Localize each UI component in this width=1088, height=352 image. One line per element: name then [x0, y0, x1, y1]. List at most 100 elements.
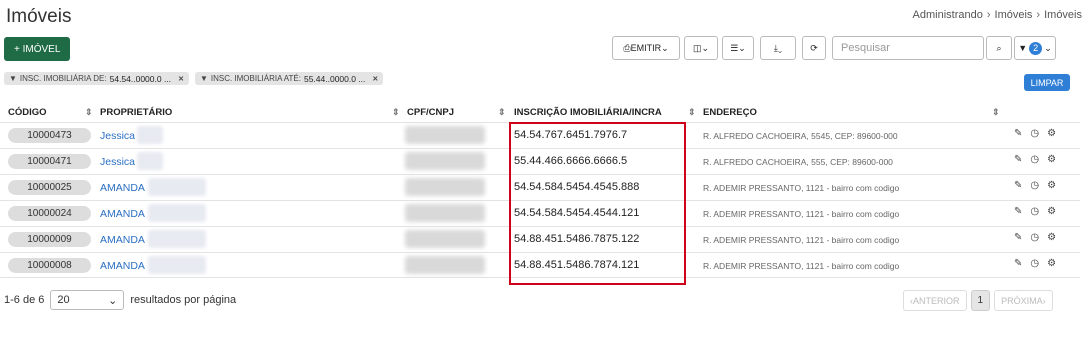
redacted-cpf: [405, 126, 485, 144]
owner-link[interactable]: AMANDA: [100, 260, 145, 272]
filter-count-badge: 2: [1029, 41, 1043, 55]
filter-chip[interactable]: ▼ INSC. IMOBILIÁRIA DE: 54.54..0000.0 ..…: [4, 72, 189, 85]
address-value: R. ALFREDO CACHOEIRA, 555, CEP: 89600-00…: [703, 157, 893, 167]
column-header-proprietario[interactable]: PROPRIETÁRIO: [100, 107, 172, 118]
redacted-cpf: [405, 230, 485, 248]
add-imovel-button[interactable]: + IMÓVEL: [4, 37, 71, 61]
redacted-name: [148, 256, 206, 274]
inscricao-value: 54.54.584.5454.4544.121: [514, 207, 640, 219]
list-options-button[interactable]: ☰⌄: [722, 36, 754, 60]
clock-icon[interactable]: ◷: [1030, 154, 1039, 165]
result-range: 1-6 de 6: [4, 294, 45, 306]
chevron-right-icon: ›: [1036, 9, 1041, 21]
search-input[interactable]: Pesquisar: [832, 36, 984, 60]
filter-chip-value: 54.54..0000.0 ...: [109, 73, 172, 84]
clear-filters-button[interactable]: LIMPAR: [1024, 74, 1070, 91]
sort-icon[interactable]: ⇕: [688, 107, 696, 118]
gears-icon[interactable]: ⚙: [1047, 232, 1056, 243]
close-icon[interactable]: ✕: [372, 75, 378, 83]
sort-icon[interactable]: ⇕: [992, 107, 1000, 118]
code-badge: 10000471: [8, 154, 91, 169]
filter-chip-value: 55.44..0000.0 ...: [303, 73, 366, 84]
row-actions: ✎ ◷ ⚙: [1014, 258, 1056, 269]
clock-icon[interactable]: ◷: [1030, 206, 1039, 217]
filter-icon: ▼: [199, 74, 208, 83]
filter-button[interactable]: ▼ 2 ⌄: [1014, 36, 1056, 60]
owner-link[interactable]: Jessica: [100, 156, 135, 168]
clock-icon[interactable]: ◷: [1030, 128, 1039, 139]
table-row[interactable]: 10000024 AMANDA 54.54.584.5454.4544.121 …: [0, 200, 1080, 226]
refresh-button[interactable]: ⟳: [802, 36, 826, 60]
address-value: R. ADEMIR PRESSANTO, 1121 - bairro com c…: [703, 261, 900, 271]
pencil-icon[interactable]: ✎: [1014, 128, 1022, 139]
page-size-value: 20: [57, 294, 70, 306]
row-actions: ✎ ◷ ⚙: [1014, 128, 1056, 139]
chevron-down-icon: ⌄: [108, 294, 118, 307]
table-row[interactable]: 10000471 Jessica 55.44.466.6666.6666.5 R…: [0, 148, 1080, 174]
gears-icon[interactable]: ⚙: [1047, 128, 1056, 139]
clock-icon[interactable]: ◷: [1030, 232, 1039, 243]
pencil-icon[interactable]: ✎: [1014, 154, 1022, 165]
close-icon[interactable]: ✕: [178, 75, 184, 83]
page-size-select[interactable]: 20 ⌄: [50, 290, 125, 310]
sort-icon[interactable]: ⇕: [392, 107, 400, 118]
clock-icon[interactable]: ◷: [1030, 180, 1039, 191]
columns-icon: ◫⌄: [692, 42, 710, 53]
next-page-button[interactable]: PRÓXIMA›: [994, 290, 1053, 311]
download-icon: ⤓⌄: [773, 42, 783, 53]
previous-page-button[interactable]: ‹ANTERIOR: [903, 290, 967, 311]
gears-icon[interactable]: ⚙: [1047, 180, 1056, 191]
filter-chip-label: INSC. IMOBILIÁRIA DE:: [19, 74, 107, 83]
column-header-cpf[interactable]: CPF/CNPJ: [407, 107, 454, 118]
gears-icon[interactable]: ⚙: [1047, 258, 1056, 269]
export-button[interactable]: ⤓⌄: [760, 36, 796, 60]
gears-icon[interactable]: ⚙: [1047, 154, 1056, 165]
pencil-icon[interactable]: ✎: [1014, 258, 1022, 269]
column-header-codigo[interactable]: CÓDIGO: [8, 107, 47, 118]
pencil-icon[interactable]: ✎: [1014, 232, 1022, 243]
gears-icon[interactable]: ⚙: [1047, 206, 1056, 217]
table-row[interactable]: 10000009 AMANDA 54.88.451.5486.7875.122 …: [0, 226, 1080, 252]
redacted-cpf: [405, 152, 485, 170]
redacted-name: [148, 230, 206, 248]
table-row[interactable]: 10000025 AMANDA 54.54.584.5454.4545.888 …: [0, 174, 1080, 200]
redacted-cpf: [405, 256, 485, 274]
address-value: R. ALFREDO CACHOEIRA, 5545, CEP: 89600-0…: [703, 131, 898, 141]
page-title: Imóveis: [6, 6, 72, 27]
owner-link[interactable]: Jessica: [100, 130, 135, 142]
breadcrumb-item[interactable]: Administrando: [913, 9, 983, 21]
owner-link[interactable]: AMANDA: [100, 234, 145, 246]
redacted-cpf: [405, 178, 485, 196]
redacted-cpf: [405, 204, 485, 222]
filter-chip[interactable]: ▼ INSC. IMOBILIÁRIA ATÉ: 55.44..0000.0 .…: [194, 72, 384, 85]
chevron-right-icon: ›: [986, 9, 991, 21]
search-button[interactable]: ⌕: [986, 36, 1012, 60]
emitir-button[interactable]: ⎙ EMITIR ⌄: [612, 36, 680, 60]
sort-icon[interactable]: ⇕: [498, 107, 506, 118]
pencil-icon[interactable]: ✎: [1014, 206, 1022, 217]
table-row[interactable]: 10000008 AMANDA 54.88.451.5486.7874.121 …: [0, 252, 1080, 278]
row-actions: ✎ ◷ ⚙: [1014, 180, 1056, 191]
chevron-down-icon: ⌄: [1044, 42, 1052, 53]
redacted-name: [137, 126, 163, 144]
clock-icon[interactable]: ◷: [1030, 258, 1039, 269]
breadcrumb-item[interactable]: Imóveis: [995, 9, 1033, 21]
per-page-label: resultados por página: [130, 294, 237, 306]
page-number-button[interactable]: 1: [970, 290, 991, 311]
sort-icon[interactable]: ⇕: [85, 107, 93, 118]
table-row[interactable]: 10000473 Jessica 54.54.767.6451.7976.7 R…: [0, 122, 1080, 148]
list-icon: ☰⌄: [730, 42, 746, 53]
address-value: R. ADEMIR PRESSANTO, 1121 - bairro com c…: [703, 209, 900, 219]
owner-link[interactable]: AMANDA: [100, 208, 145, 220]
code-badge: 10000008: [8, 258, 91, 273]
pagination: ‹ANTERIOR 1 PRÓXIMA›: [903, 290, 1053, 311]
emitir-label: EMITIR: [630, 43, 662, 53]
owner-link[interactable]: AMANDA: [100, 182, 145, 194]
pencil-icon[interactable]: ✎: [1014, 180, 1022, 191]
breadcrumb: Administrando › Imóveis › Imóveis: [913, 9, 1082, 21]
column-header-endereco[interactable]: ENDEREÇO: [703, 107, 757, 118]
columns-button[interactable]: ◫⌄: [684, 36, 718, 60]
code-badge: 10000024: [8, 206, 91, 221]
code-badge: 10000473: [8, 128, 91, 143]
column-header-inscricao[interactable]: INSCRIÇÃO IMOBILIÁRIA/INCRA: [514, 107, 662, 118]
